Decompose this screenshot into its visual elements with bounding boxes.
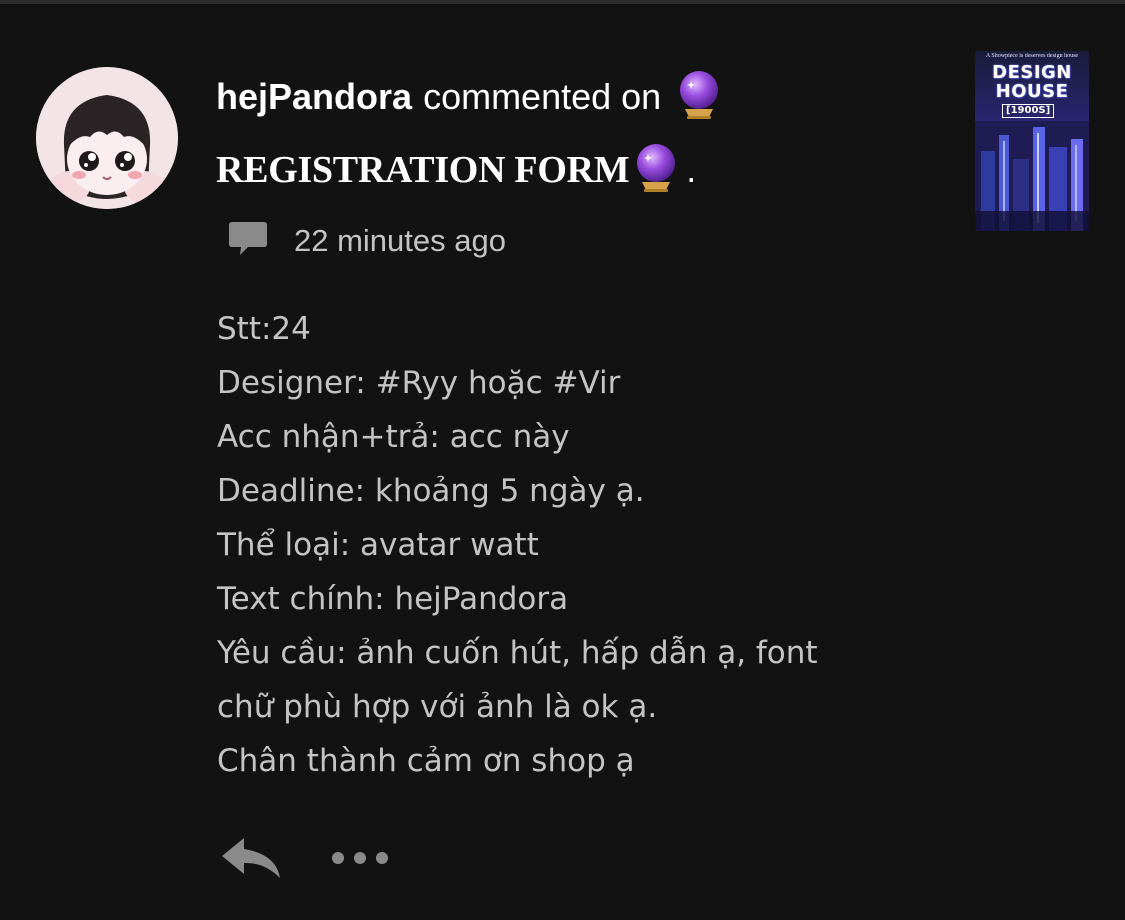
crystal-ball-icon: [632, 142, 680, 198]
comment-header: hejPandora commented on: [216, 69, 723, 125]
cover-title-line2: HOUSE: [995, 81, 1069, 102]
comment-meta: 22 minutes ago: [228, 218, 506, 264]
ellipsis-icon: [332, 852, 388, 864]
story-title-link[interactable]: REGISTRATION FORM: [216, 148, 630, 192]
user-avatar[interactable]: [36, 67, 178, 209]
cover-tagline: A Showpiece is deserves design house: [985, 53, 1079, 59]
username-link[interactable]: hejPandora: [216, 76, 412, 118]
top-divider: [0, 0, 1125, 4]
comment-body-line: Stt:24: [217, 311, 311, 347]
action-text: commented on: [423, 76, 662, 117]
speech-bubble-icon[interactable]: [228, 220, 268, 262]
comment-body-line: Text chính: hejPandora: [217, 581, 569, 617]
comment-body-line: Yêu cầu: ảnh cuốn hút, hấp dẫn ạ, font: [217, 635, 818, 671]
story-title-row: REGISTRATION FORM .: [216, 142, 696, 198]
timestamp: 22 minutes ago: [294, 223, 506, 258]
avatar-image: [36, 67, 178, 209]
reply-arrow-icon: [222, 838, 280, 878]
more-options-button[interactable]: [329, 843, 391, 873]
cover-year-tag: [1900S]: [1002, 104, 1055, 118]
comment-body-line: Deadline: khoảng 5 ngày ạ.: [217, 473, 645, 509]
cover-title-line1: DESIGN: [992, 62, 1072, 83]
comment-body-line: Designer: #Ryy hoặc #Vir: [217, 365, 621, 401]
comment-body-line: Acc nhận+trả: acc này: [217, 419, 570, 455]
comment-body-line: chữ phù hợp với ảnh là ok ạ.: [217, 689, 658, 725]
comment-body-line: Thể loại: avatar watt: [217, 527, 539, 563]
title-suffix: .: [686, 149, 697, 190]
crystal-ball-icon: [675, 69, 723, 125]
story-cover-thumbnail[interactable]: A Showpiece is deserves design house DES…: [975, 51, 1089, 231]
reply-button[interactable]: [218, 834, 284, 882]
comment-body: Stt:24 Designer: #Ryy hoặc #Vir Acc nhận…: [217, 302, 937, 788]
comment-body-line: Chân thành cảm ơn shop ạ: [217, 743, 635, 779]
